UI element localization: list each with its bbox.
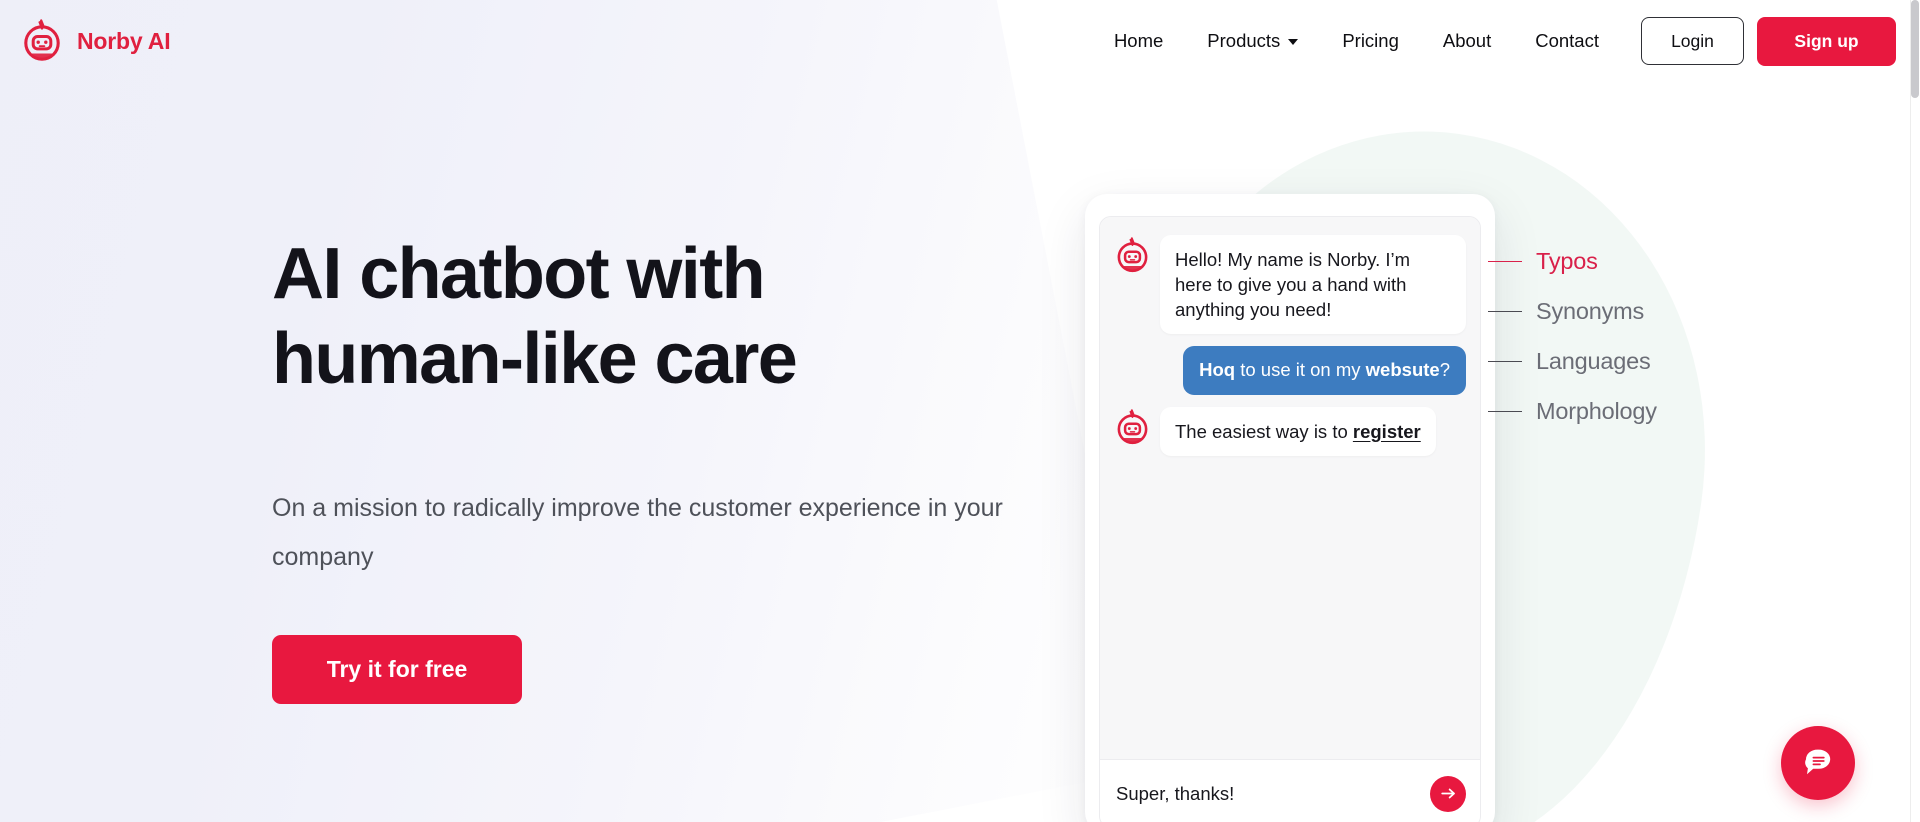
feature-item-languages: Languages xyxy=(1488,348,1657,375)
dash-icon xyxy=(1488,411,1522,413)
main-nav: Home Products Pricing About Contact Logi… xyxy=(1092,17,1920,66)
register-link[interactable]: register xyxy=(1353,421,1421,442)
dash-icon xyxy=(1488,261,1522,263)
typo-word-how: Hoq xyxy=(1199,359,1235,380)
chat-message-bot-answer: The easiest way is to register xyxy=(1114,407,1466,456)
chat-message-bot-greeting: Hello! My name is Norby. I’m here to giv… xyxy=(1114,235,1466,334)
hero-title-line-1: AI chatbot with xyxy=(272,234,764,314)
chat-bubble-bot: Hello! My name is Norby. I’m here to giv… xyxy=(1160,235,1466,334)
send-message-button[interactable] xyxy=(1430,776,1466,812)
try-free-button[interactable]: Try it for free xyxy=(272,635,522,704)
hero-title-line-2: human-like care xyxy=(272,319,796,399)
chat-widget-panel: Hello! My name is Norby. I’m here to giv… xyxy=(1099,216,1481,822)
nav-label-about: About xyxy=(1443,30,1491,52)
chevron-down-icon xyxy=(1288,39,1298,45)
nav-label-products: Products xyxy=(1207,30,1280,52)
feature-label: Synonyms xyxy=(1536,298,1644,325)
hero-subtitle: On a mission to radically improve the cu… xyxy=(272,484,1012,582)
feature-item-synonyms: Synonyms xyxy=(1488,298,1657,325)
site-header: Norby AI Home Products Pricing About Con… xyxy=(0,0,1920,82)
nav-link-home[interactable]: Home xyxy=(1092,30,1185,52)
arrow-right-icon xyxy=(1439,784,1458,803)
chat-input-bar xyxy=(1100,759,1480,822)
nav-link-products[interactable]: Products xyxy=(1185,30,1320,52)
bot-answer-text: The easiest way is to xyxy=(1175,421,1353,442)
feature-label: Typos xyxy=(1536,248,1598,275)
nav-link-contact[interactable]: Contact xyxy=(1513,30,1621,52)
user-text-middle: to use it on my xyxy=(1235,359,1366,380)
feature-label: Languages xyxy=(1536,348,1651,375)
page-scrollbar[interactable] xyxy=(1910,0,1920,822)
chat-message-user-question: Hoq to use it on my websute? xyxy=(1114,346,1466,394)
norby-robot-icon xyxy=(1114,409,1151,446)
nav-label-contact: Contact xyxy=(1535,30,1599,52)
nav-link-about[interactable]: About xyxy=(1421,30,1513,52)
feature-item-typos: Typos xyxy=(1488,248,1657,275)
dash-icon xyxy=(1488,361,1522,363)
norby-robot-icon xyxy=(20,19,64,63)
dash-icon xyxy=(1488,311,1522,313)
hero-section: AI chatbot with human-like care On a mis… xyxy=(272,232,1032,704)
typo-word-website: websute xyxy=(1366,359,1440,380)
brand-logo-link[interactable]: Norby AI xyxy=(20,19,170,63)
nav-label-pricing: Pricing xyxy=(1342,30,1399,52)
scrollbar-thumb[interactable] xyxy=(1911,0,1919,98)
nav-label-home: Home xyxy=(1114,30,1163,52)
brand-name: Norby AI xyxy=(77,28,170,55)
landing-page: Norby AI Home Products Pricing About Con… xyxy=(0,0,1920,822)
chat-launcher-button[interactable] xyxy=(1781,726,1855,800)
nav-link-pricing[interactable]: Pricing xyxy=(1320,30,1421,52)
feature-list: Typos Synonyms Languages Morphology xyxy=(1488,248,1657,425)
user-text-end: ? xyxy=(1440,359,1450,380)
chat-message-input[interactable] xyxy=(1116,783,1430,805)
chat-bubble-bot: The easiest way is to register xyxy=(1160,407,1436,456)
chat-widget-card: Hello! My name is Norby. I’m here to giv… xyxy=(1085,194,1495,822)
page-title: AI chatbot with human-like care xyxy=(272,232,1032,402)
norby-robot-icon xyxy=(1114,237,1151,274)
chat-message-list: Hello! My name is Norby. I’m here to giv… xyxy=(1100,217,1480,759)
signup-button[interactable]: Sign up xyxy=(1757,17,1896,66)
feature-item-morphology: Morphology xyxy=(1488,398,1657,425)
chat-bubble-user: Hoq to use it on my websute? xyxy=(1183,346,1466,394)
login-button[interactable]: Login xyxy=(1641,17,1744,65)
chat-bubble-icon xyxy=(1800,745,1836,781)
feature-label: Morphology xyxy=(1536,398,1657,425)
